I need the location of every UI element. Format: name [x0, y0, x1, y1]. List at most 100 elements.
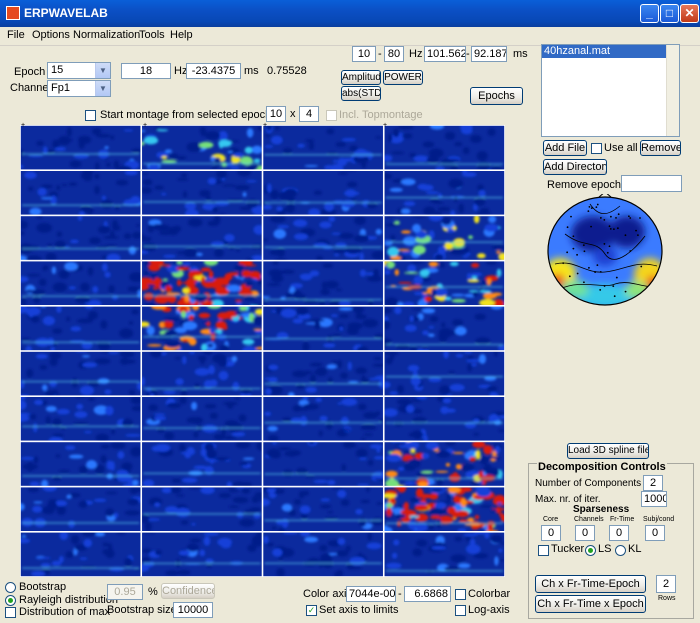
tf-map-cell [262, 441, 384, 487]
window-title: ERPWAVELAB [24, 6, 108, 20]
close-icon[interactable]: ✕ [680, 4, 699, 23]
montage-cols-field[interactable]: 4 [299, 106, 319, 122]
electrode-dot [582, 281, 585, 284]
tf-map-cell [262, 125, 384, 171]
frtime-sparseness-field[interactable]: 0 [609, 525, 629, 541]
add-directory-button[interactable]: Add Directory [543, 159, 607, 175]
bootstrap-size-field[interactable]: 10000 [173, 602, 213, 618]
scrollbar[interactable] [666, 45, 679, 136]
subject-sparseness-field[interactable]: 0 [645, 525, 665, 541]
menu-normalization[interactable]: Normalization [73, 29, 140, 41]
electrode-dot [566, 226, 569, 229]
epochs-button[interactable]: Epochs [470, 87, 523, 105]
electrode-dot [590, 207, 593, 210]
bootstrap-radio[interactable] [5, 582, 16, 593]
tf-map-cell [262, 215, 384, 261]
colorbar-label: Colorbar [468, 588, 511, 600]
num-components-field[interactable]: 2 [643, 475, 663, 491]
time-field[interactable]: -23.4375 [186, 63, 241, 79]
log-axis-checkbox[interactable] [455, 605, 466, 616]
ls-radio[interactable] [585, 545, 596, 556]
tf-map-cell [20, 531, 142, 577]
tf-map-cell [141, 396, 263, 442]
start-montage-checkbox[interactable] [85, 110, 96, 121]
freq-max-field[interactable]: 80 [384, 46, 404, 62]
channels-sparseness-field[interactable]: 0 [575, 525, 595, 541]
color-axis-max-field[interactable]: 6.6868 [404, 586, 451, 602]
ch-fr-time-x-epoch-button[interactable]: Ch x Fr-Time x Epoch [535, 595, 646, 613]
tf-map-cell [262, 396, 384, 442]
tf-map-cell [20, 396, 142, 442]
incl-topmontage-label: Incl. Topmontage [339, 109, 423, 121]
electrode-dot [599, 217, 602, 219]
tucker-checkbox[interactable] [538, 545, 549, 556]
file-list-item[interactable]: 40hzanal.mat [542, 45, 679, 58]
minimize-icon[interactable]: _ [640, 4, 659, 23]
electrode-dot [576, 272, 579, 275]
incl-topmontage-checkbox[interactable] [326, 110, 337, 121]
remove-epochs-input[interactable] [621, 175, 682, 192]
abs-std-button[interactable]: abs(STD) [341, 86, 381, 101]
remove-button[interactable]: Remove [640, 140, 681, 156]
percent-label: % [148, 586, 158, 598]
file-list[interactable]: 40hzanal.mat [541, 44, 680, 137]
tf-map-cell [383, 170, 505, 216]
frequency-field[interactable]: 18 [121, 63, 171, 79]
freq-min-field[interactable]: 10 [352, 46, 376, 62]
tf-map-cell [20, 306, 142, 351]
rayleigh-radio[interactable] [5, 595, 16, 606]
set-axis-checkbox[interactable]: ✓ [306, 605, 317, 616]
tf-map-cell [383, 531, 505, 577]
max-iter-field[interactable]: 1000 [641, 491, 667, 507]
tf-map-cell [141, 215, 263, 261]
tf-map-cell [262, 170, 384, 216]
maximize-icon[interactable]: □ [660, 4, 679, 23]
start-montage-label: Start montage from selected epoch [100, 109, 272, 121]
power-button[interactable]: POWER [383, 70, 423, 85]
time-min-field[interactable]: 101.5625 [424, 46, 466, 62]
load-spline-button[interactable]: Load 3D spline file [567, 443, 649, 459]
menu-file[interactable]: File [7, 29, 25, 41]
add-file-button[interactable]: Add File [543, 140, 587, 156]
tf-map-cell [20, 486, 142, 532]
channels-label: Channels [574, 516, 604, 523]
montage-rows-field[interactable]: 10 [266, 106, 286, 122]
amplitude-button[interactable]: Amplitude [341, 70, 381, 85]
app-icon [6, 6, 20, 20]
menu-tools[interactable]: Tools [139, 29, 165, 41]
range-sep: - [466, 48, 470, 60]
electrode-dot [635, 229, 637, 232]
rows-field[interactable]: 2 [656, 575, 676, 593]
color-axis-min-field[interactable]: 7044e-006 [346, 586, 396, 602]
tf-maps[interactable] [20, 125, 505, 577]
tf-map-cell [383, 441, 505, 487]
decomposition-panel: Decomposition Controls Number of Compone… [528, 461, 694, 619]
electrode-dot [612, 285, 615, 288]
decomposition-title: Decomposition Controls [537, 461, 667, 473]
electrode-dot [570, 215, 572, 218]
menu-help[interactable]: Help [170, 29, 193, 41]
use-all-checkbox[interactable] [591, 143, 602, 154]
channel-select[interactable]: Fp1 ▼ [47, 80, 111, 97]
tf-montage-grid: + + + + [20, 122, 505, 577]
electrode-dot [606, 251, 609, 254]
kl-radio[interactable] [615, 545, 626, 556]
scalp-topography-map[interactable] [545, 194, 670, 312]
electrode-dot [568, 275, 571, 278]
time-max-field[interactable]: 92.1875 [471, 46, 507, 62]
log-axis-label: Log-axis [468, 604, 510, 616]
colorbar-checkbox[interactable] [455, 589, 466, 600]
tucker-label: Tucker [551, 543, 585, 555]
time-unit: ms [244, 65, 259, 77]
confidence-button[interactable]: Confidence [161, 583, 215, 599]
ls-label: LS [598, 543, 612, 555]
electrode-dot [639, 217, 641, 219]
core-sparseness-field[interactable]: 0 [541, 525, 561, 541]
confidence-value-field[interactable]: 0.95 [107, 584, 143, 600]
tf-map-cell [20, 441, 142, 487]
ch-fr-time-epoch-button[interactable]: Ch x Fr-Time-Epoch [535, 575, 646, 593]
electrode-dot [616, 227, 619, 230]
dist-max-checkbox[interactable] [5, 607, 16, 618]
menu-options[interactable]: Options [32, 29, 70, 41]
epoch-select[interactable]: 15 ▼ [47, 62, 111, 79]
